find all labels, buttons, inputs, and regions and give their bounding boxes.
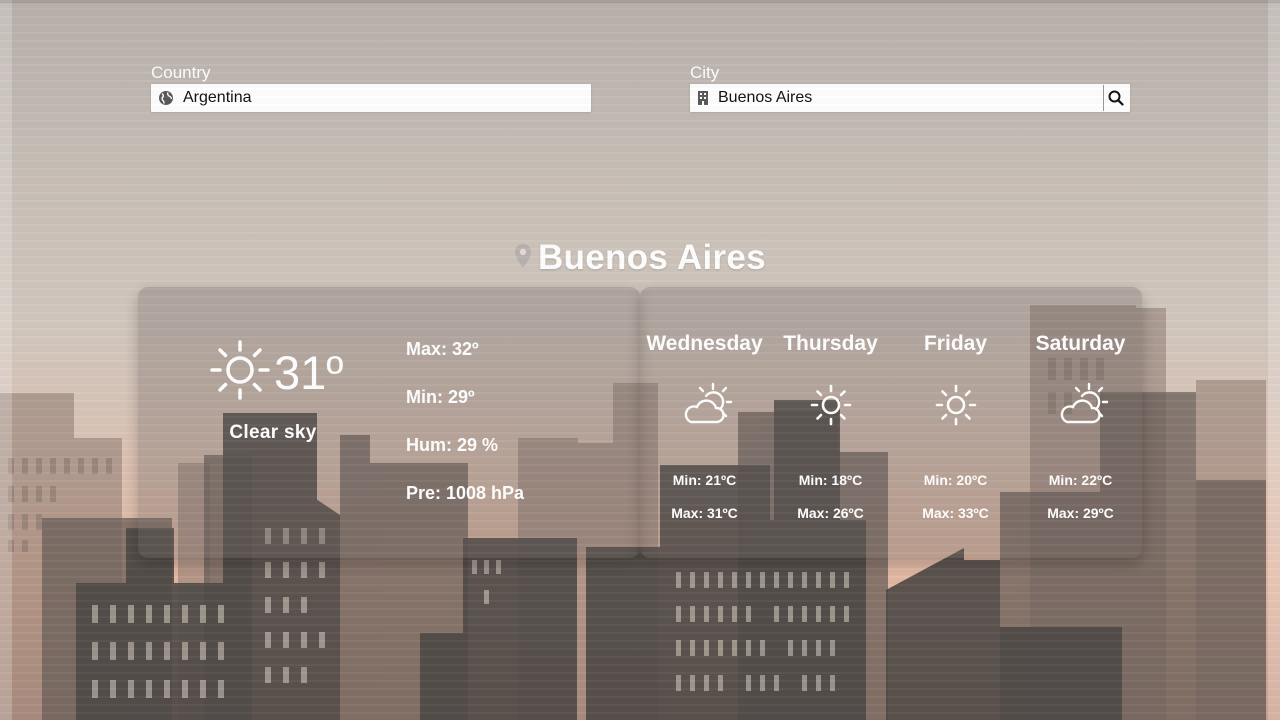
day-name: Friday [923, 332, 988, 355]
building-icon [690, 90, 716, 106]
map-pin-icon [514, 243, 532, 274]
sun-icon [210, 339, 270, 406]
day-name: Wednesday [646, 332, 763, 355]
city-input[interactable] [716, 85, 1103, 111]
forecast-panel: Wednesday Min: 21ºC Max: 31ºC Thursday M… [640, 287, 1142, 558]
min-temperature: Min: 29º [406, 387, 475, 407]
sun-icon [809, 382, 853, 432]
partly-cloudy-icon [683, 382, 733, 432]
country-label: Country [151, 63, 211, 82]
day-min-temperature: Min: 22ºC [1048, 472, 1113, 488]
city-field: City [690, 62, 1130, 112]
day-min-temperature: Min: 21ºC [672, 472, 737, 488]
city-input-box[interactable] [690, 84, 1130, 112]
frame-edge-left [0, 0, 12, 720]
app-frame: Country City [0, 0, 1280, 720]
sun-icon [934, 382, 978, 432]
pressure: Pre: 1008 hPa [406, 483, 525, 503]
humidity: Hum: 29 % [406, 435, 499, 455]
day-min-temperature: Min: 18ºC [798, 472, 863, 488]
day-max-temperature: Max: 31ºC [671, 505, 738, 521]
country-input-box[interactable] [151, 84, 591, 112]
weather-description: Clear sky [229, 422, 317, 443]
day-name: Saturday [1035, 332, 1126, 355]
day-max-temperature: Max: 26ºC [797, 505, 864, 521]
country-field: Country [151, 62, 591, 112]
partly-cloudy-icon [1059, 382, 1109, 432]
city-title: Buenos Aires [538, 238, 766, 277]
current-temperature: 31º [274, 346, 344, 399]
search-button[interactable] [1103, 85, 1128, 111]
day-max-temperature: Max: 29ºC [1047, 505, 1114, 521]
day-name: Thursday [783, 332, 878, 355]
country-input[interactable] [181, 85, 591, 111]
location-heading: Buenos Aires [0, 238, 1280, 278]
search-icon [1108, 90, 1124, 106]
day-max-temperature: Max: 33ºC [922, 505, 989, 521]
current-temperature-group: 31º [210, 339, 343, 406]
max-temperature: Max: 32º [406, 339, 479, 359]
current-weather-panel: 31º Clear sky Max: 32º Min: 29º Hum: 29 … [138, 287, 640, 558]
frame-edge-top [0, 0, 1280, 3]
day-min-temperature: Min: 20ºC [923, 472, 988, 488]
globe-icon [151, 90, 181, 106]
frame-edge-right [1268, 0, 1280, 720]
city-label: City [690, 63, 720, 82]
